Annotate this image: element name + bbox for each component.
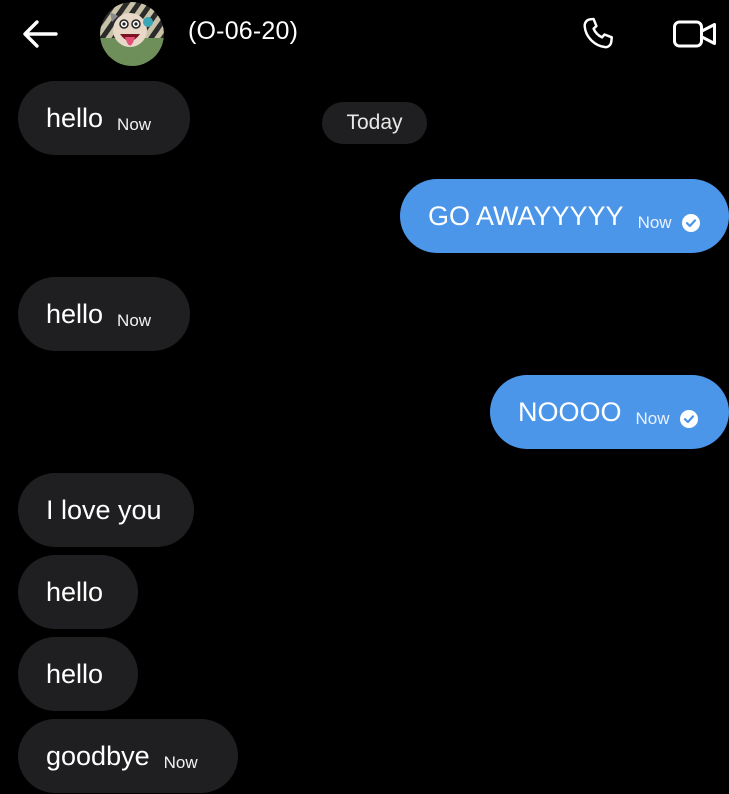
message-bubble-incoming[interactable]: I love you [18, 473, 194, 547]
back-button[interactable] [18, 14, 62, 54]
message-bubble-incoming[interactable]: hello Now [18, 277, 190, 351]
message-time: Now [163, 753, 198, 772]
message-bubble-outgoing[interactable]: NOOOO Now [490, 375, 729, 449]
message-text: NOOOO [518, 396, 622, 427]
call-button[interactable] [574, 12, 622, 56]
message-time: Now [117, 115, 152, 134]
message-time: Now [635, 409, 670, 428]
message-text: hello [46, 298, 104, 329]
avatar[interactable] [100, 2, 164, 66]
read-receipt-icon [681, 214, 700, 232]
avatar-image [100, 2, 164, 66]
contact-name[interactable]: (O-06-20) [188, 17, 298, 46]
arrow-left-icon [23, 20, 58, 48]
message-text: goodbye [46, 740, 150, 771]
message-bubble-incoming[interactable]: hello Now [18, 81, 190, 155]
read-receipt-icon [679, 410, 698, 428]
message-bubble-incoming[interactable]: hello [18, 637, 138, 711]
message-text: GO AWAYYYYY [428, 200, 624, 231]
video-camera-icon [673, 20, 716, 48]
date-separator: Today [322, 102, 427, 144]
message-text: I love you [46, 494, 162, 525]
message-time: Now [637, 213, 672, 232]
message-text: hello [46, 658, 104, 689]
message-text: hello [46, 102, 104, 133]
message-time: Now [117, 311, 152, 330]
video-call-button[interactable] [668, 12, 722, 56]
message-text: hello [46, 576, 104, 607]
message-bubble-outgoing[interactable]: GO AWAYYYYY Now [400, 179, 729, 253]
phone-icon [583, 17, 614, 49]
message-bubble-incoming[interactable]: hello [18, 555, 138, 629]
message-bubble-incoming[interactable]: goodbye Now [18, 719, 238, 793]
chat-header: (O-06-20) [0, 0, 729, 70]
